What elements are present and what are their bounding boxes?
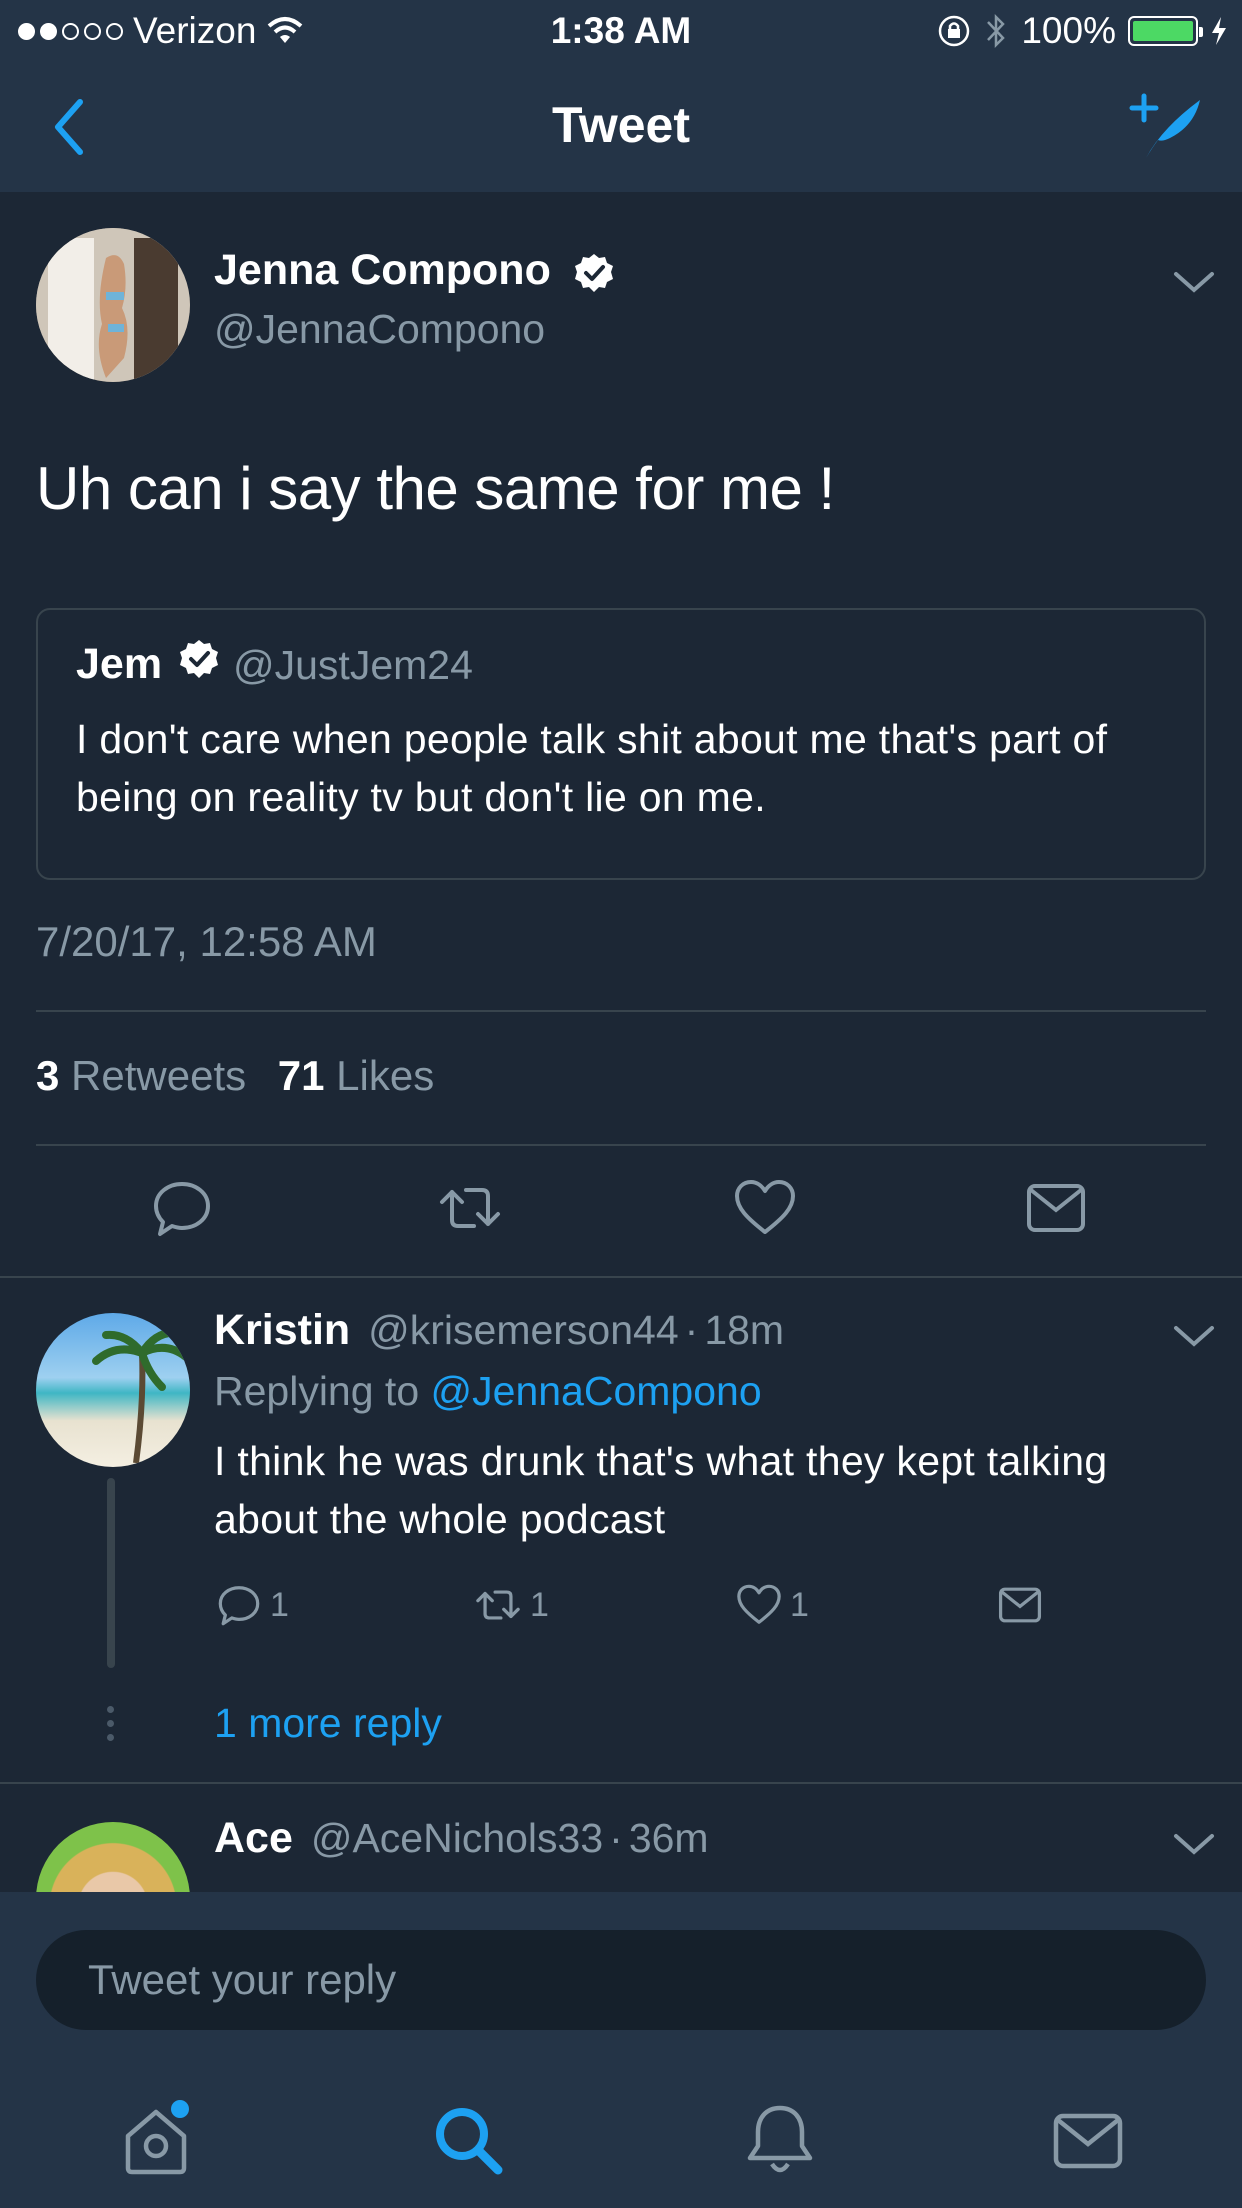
reply-header: Kristin @krisemerson44 · 18m [214, 1306, 784, 1355]
reply-author-handle[interactable]: @krisemerson44 [368, 1307, 679, 1353]
retweet-count: 3 [36, 1052, 60, 1099]
reply-header: Ace @AceNichols33 · 36m [214, 1814, 709, 1863]
retweet-button[interactable]: 1 [474, 1582, 549, 1628]
chevron-down-icon[interactable] [1172, 1322, 1216, 1350]
divider [36, 1010, 1206, 1012]
replying-to: Replying to @JennaCompono [214, 1368, 762, 1415]
author-name[interactable]: Jenna Compono [214, 246, 551, 294]
quoted-tweet[interactable]: Jem @JustJem24 I don't care when people … [36, 608, 1206, 880]
avatar[interactable] [36, 228, 190, 382]
engagement-stats: 3 Retweets 71 Likes [36, 1052, 434, 1100]
reply-author-name[interactable]: Kristin [214, 1306, 350, 1354]
like-button[interactable]: 1 [736, 1582, 809, 1628]
reply-icon[interactable] [150, 1176, 214, 1240]
author-name-row: Jenna Compono [214, 246, 615, 295]
status-bar: Verizon 1:38 AM 100% [0, 0, 1242, 62]
notifications-icon [747, 2105, 813, 2173]
verified-badge-icon [180, 640, 218, 678]
chevron-down-icon[interactable] [1172, 268, 1216, 296]
top-bar: Verizon 1:38 AM 100% Tweet [0, 0, 1242, 192]
rotation-lock-icon [939, 15, 970, 47]
reply-button[interactable]: 1 [216, 1582, 289, 1628]
retweets-stat[interactable]: 3 Retweets [36, 1052, 246, 1099]
retweet-icon [476, 1590, 520, 1620]
reply-text: I think he was drunk that's what they ke… [214, 1438, 1108, 1542]
tab-messages[interactable] [1048, 2100, 1128, 2180]
search-icon [436, 2108, 503, 2175]
retweet-count: 1 [530, 1585, 549, 1624]
avatar-photo [36, 228, 190, 382]
status-right: 100% [937, 10, 1228, 52]
avatar-photo [92, 1328, 190, 1464]
thread-dots [107, 1706, 114, 1748]
avatar[interactable] [36, 1313, 190, 1467]
author-handle[interactable]: @JennaCompono [214, 306, 545, 353]
retweet-label: Retweets [71, 1052, 247, 1099]
quoted-author-handle: @JustJem24 [233, 642, 473, 688]
more-replies-link[interactable]: 1 more reply [214, 1700, 442, 1747]
compose-tweet-icon [1129, 93, 1200, 158]
separator [0, 1782, 1242, 1784]
separator-dot: · [609, 1815, 623, 1861]
battery-icon [1128, 16, 1203, 46]
bluetooth-icon [987, 13, 1006, 49]
tab-search[interactable] [428, 2100, 508, 2180]
direct-message-icon [998, 1587, 1042, 1623]
divider [36, 1144, 1206, 1146]
verified-badge-icon [574, 253, 613, 292]
replying-mention-link[interactable]: @JennaCompono [431, 1368, 762, 1414]
like-count: 1 [790, 1585, 809, 1624]
tab-home[interactable] [116, 2100, 196, 2180]
reply-input[interactable] [36, 1930, 1206, 2030]
reply-author-handle[interactable]: @AceNichols33 [311, 1815, 603, 1861]
quoted-author-name: Jem [76, 640, 163, 688]
charging-bolt-icon [1212, 17, 1226, 45]
home-notification-dot [171, 2100, 189, 2118]
reply-icon [218, 1586, 260, 1626]
like-icon [737, 1584, 781, 1624]
tab-notifications[interactable] [740, 2100, 820, 2180]
page-title: Tweet [552, 97, 690, 153]
tweet-text: Uh can i say the same for me ! [36, 455, 835, 522]
reply-count: 1 [270, 1585, 289, 1624]
messages-icon [1053, 2113, 1123, 2169]
battery-percent: 100% [1021, 10, 1116, 51]
main-tweet: Jenna Compono @JennaCompono Uh can i say… [0, 192, 1242, 1276]
reply-time: 18m [704, 1307, 785, 1353]
separator-dot: · [684, 1307, 699, 1353]
reply-time: 36m [628, 1815, 709, 1861]
tweet-timestamp: 7/20/17, 12:58 AM [36, 918, 377, 965]
likes-stat[interactable]: 71 Likes [278, 1052, 434, 1099]
thread-line [107, 1478, 115, 1668]
reply-author-name[interactable]: Ace [214, 1814, 293, 1862]
like-count: 71 [277, 1052, 325, 1099]
like-label: Likes [336, 1052, 435, 1099]
quoted-tweet-text: I don't care when people talk shit about… [76, 716, 1108, 820]
retweet-icon[interactable] [438, 1176, 502, 1240]
direct-message-button[interactable] [996, 1582, 1044, 1628]
compose-tweet-button[interactable] [1122, 88, 1212, 168]
separator [0, 1276, 1242, 1278]
direct-message-icon[interactable] [1024, 1176, 1088, 1240]
like-icon[interactable] [733, 1176, 797, 1240]
replying-prefix: Replying to [214, 1368, 420, 1414]
chevron-down-icon[interactable] [1172, 1830, 1216, 1858]
